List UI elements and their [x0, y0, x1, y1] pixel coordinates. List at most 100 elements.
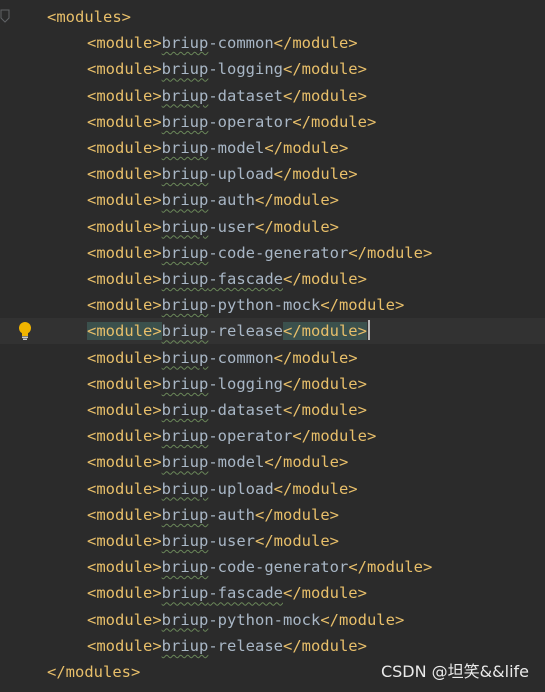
module-name-suffix: -fascade — [208, 270, 283, 288]
code-line[interactable]: <modules> — [0, 4, 545, 30]
xml-close-tag: </module> — [348, 558, 433, 577]
xml-open-tag: <module> — [87, 532, 162, 550]
xml-close-tag: </module> — [255, 532, 339, 550]
code-content: <module>briup-release</module> — [87, 633, 367, 659]
module-name-prefix: briup — [161, 453, 209, 472]
xml-open-tag: <module> — [87, 427, 162, 446]
code-line[interactable]: <module>briup-auth</module> — [0, 187, 545, 213]
xml-open-tag: <module> — [87, 453, 162, 472]
code-line[interactable]: <module>briup-python-mock</module> — [0, 607, 545, 633]
module-name-prefix: briup — [161, 243, 209, 262]
xml-close-tag: </module> — [282, 374, 367, 393]
code-content: <module>briup-dataset</module> — [87, 397, 367, 423]
xml-open-tag: <module> — [87, 34, 162, 53]
xml-open-tag: <module> — [87, 479, 162, 498]
code-line[interactable]: <module>briup-upload</module> — [0, 476, 545, 502]
xml-close-tag: </module> — [273, 34, 358, 53]
xml-open-tag: <module> — [87, 139, 162, 157]
module-name-suffix: -dataset — [208, 86, 283, 105]
code-line[interactable]: <module>briup-model</module> — [0, 135, 545, 161]
code-line[interactable]: <module>briup-user</module> — [0, 214, 545, 240]
text-caret — [367, 320, 370, 341]
code-line[interactable]: <module>briup-dataset</module> — [0, 83, 545, 109]
module-name-prefix: briup — [161, 558, 209, 577]
module-name-prefix: briup — [161, 86, 209, 105]
code-line[interactable]: <module>briup-operator</module> — [0, 109, 545, 135]
code-line[interactable]: <module>briup-logging</module> — [0, 56, 545, 82]
xml-close-tag: </module> — [282, 584, 367, 603]
code-line[interactable]: <module>briup-model</module> — [0, 449, 545, 475]
xml-open-tag: <module> — [87, 505, 162, 524]
module-name-prefix: briup — [161, 479, 209, 498]
xml-open-tag: <module> — [87, 60, 162, 79]
module-name-suffix: -release — [208, 322, 283, 341]
xml-close-tag: </module> — [320, 296, 405, 315]
code-content: <module>briup-code-generator</module> — [87, 240, 432, 266]
code-line[interactable]: <module>briup-auth</module> — [0, 502, 545, 528]
module-name-prefix: briup — [161, 296, 209, 315]
xml-close-tag: </module> — [264, 453, 349, 472]
code-content: <module>briup-upload</module> — [87, 161, 358, 187]
code-content: <module>briup-python-mock</module> — [87, 292, 404, 318]
module-name-suffix: -code-generator — [208, 558, 349, 577]
module-name-prefix: briup — [161, 584, 209, 603]
code-line[interactable]: <module>briup-release</module> — [0, 633, 545, 659]
module-name-suffix: -user — [208, 217, 255, 236]
code-line[interactable]: <module>briup-common</module> — [0, 30, 545, 56]
module-name-prefix: briup — [161, 610, 209, 629]
module-name-prefix: briup — [161, 270, 209, 288]
module-name-prefix: briup — [161, 191, 209, 210]
code-line[interactable]: <module>briup-python-mock</module> — [0, 292, 545, 318]
code-line[interactable]: <module>briup-user</module> — [0, 528, 545, 554]
code-line[interactable]: <module>briup-fascade</module> — [0, 266, 545, 292]
code-content: <module>briup-logging</module> — [87, 371, 367, 397]
module-name-prefix: briup — [161, 427, 209, 446]
code-content: <modules> — [47, 4, 131, 30]
code-line[interactable]: <module>briup-logging</module> — [0, 371, 545, 397]
module-name-suffix: -upload — [208, 479, 274, 498]
module-name-suffix: -dataset — [208, 401, 283, 419]
module-name-prefix: briup — [161, 401, 209, 419]
xml-close-tag: </module> — [282, 60, 367, 79]
xml-close-tag: </module> — [282, 322, 367, 341]
module-name-suffix: -user — [208, 532, 255, 550]
xml-close-tag: </module> — [264, 139, 349, 157]
code-content: <module>briup-operator</module> — [87, 109, 376, 135]
module-name-suffix: -auth — [208, 505, 255, 524]
module-name-prefix: briup — [161, 60, 209, 79]
code-line[interactable]: <module>briup-code-generator</module> — [0, 240, 545, 266]
xml-open-tag: <module> — [87, 636, 162, 655]
xml-open-tag: <module> — [87, 191, 162, 210]
xml-close-tag: </module> — [273, 348, 358, 367]
xml-close-tag: </module> — [255, 217, 339, 236]
code-content: <module>briup-fascade</module> — [87, 580, 367, 606]
xml-close-tag: </module> — [348, 243, 433, 262]
code-content: <module>briup-user</module> — [87, 214, 339, 240]
xml-open-tag: <module> — [87, 217, 162, 236]
module-name-suffix: -release — [208, 636, 283, 655]
module-name-prefix: briup — [161, 165, 209, 184]
module-name-prefix: briup — [161, 636, 209, 655]
code-line[interactable]: <module>briup-operator</module> — [0, 423, 545, 449]
module-name-prefix: briup — [161, 322, 209, 341]
code-content: <module>briup-auth</module> — [87, 502, 339, 528]
xml-close-tag: </module> — [292, 112, 377, 131]
xml-open-tag: <module> — [87, 348, 162, 367]
xml-open-tag: <module> — [87, 296, 162, 315]
code-line[interactable]: <module>briup-dataset</module> — [0, 397, 545, 423]
code-line[interactable]: <module>briup-code-generator</module> — [0, 554, 545, 580]
module-name-suffix: -auth — [208, 191, 255, 210]
lightbulb-icon[interactable] — [17, 321, 33, 341]
xml-open-tag: <module> — [87, 112, 162, 131]
module-name-suffix: -common — [208, 34, 274, 53]
code-line[interactable]: <module>briup-upload</module> — [0, 161, 545, 187]
xml-close-tag: </module> — [255, 191, 339, 210]
code-line[interactable]: <module>briup-release</module> — [0, 318, 545, 345]
xml-open-tag: <module> — [87, 165, 162, 184]
code-content: <module>briup-upload</module> — [87, 476, 358, 502]
code-line[interactable]: <module>briup-fascade</module> — [0, 580, 545, 606]
module-name-suffix: -python-mock — [208, 610, 321, 629]
code-content: <module>briup-auth</module> — [87, 187, 339, 213]
module-name-prefix: briup — [161, 217, 209, 236]
code-line[interactable]: <module>briup-common</module> — [0, 345, 545, 371]
